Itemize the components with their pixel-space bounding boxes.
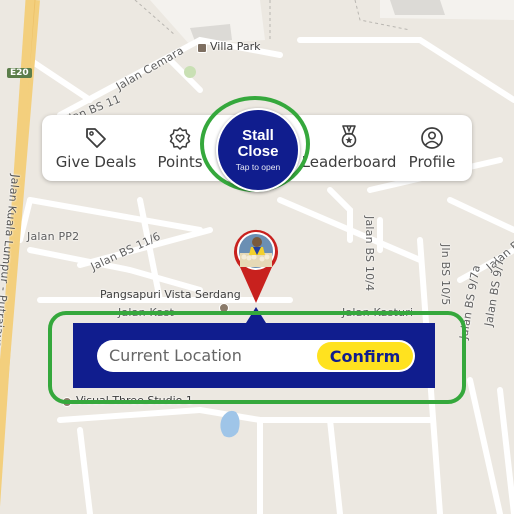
menu-leaderboard-label: Leaderboard (301, 153, 397, 171)
menu-give-deals-label: Give Deals (55, 153, 137, 171)
location-pin-icon[interactable] (226, 225, 286, 305)
stall-status-title: Stall Close (237, 127, 279, 160)
confirm-button[interactable]: Confirm (317, 342, 413, 370)
medal-icon (341, 125, 357, 148)
road-label-jalan-bs-10-4: Jalan BS 10/4 (363, 216, 376, 292)
menu-profile-label: Profile (408, 153, 456, 171)
stall-toggle-button[interactable]: Stall Close Tap to open (216, 108, 300, 192)
stall-status-subtitle: Tap to open (235, 162, 281, 172)
road-label-jln-bs-10-5: Jln BS 10/5 (439, 244, 452, 306)
menu-points-label: Points (157, 153, 203, 171)
poi-villa-park[interactable]: Villa Park (210, 40, 260, 53)
current-location-field[interactable]: Current Location Confirm (97, 340, 415, 372)
road-label-jalan-pp2: Jalan PP2 (27, 230, 80, 243)
poi-villa-park-icon (197, 43, 207, 53)
road-shield-e20: E20 (7, 68, 32, 78)
profile-icon (421, 127, 443, 149)
menu-leaderboard[interactable]: Leaderboard (301, 115, 397, 181)
badge-heart-icon (169, 127, 191, 150)
poi-pangsapuri[interactable]: Pangsapuri Vista Serdang (100, 288, 241, 301)
tag-icon (86, 128, 106, 148)
menu-profile[interactable]: Profile (402, 115, 462, 181)
menu-give-deals[interactable]: Give Deals (56, 115, 136, 181)
current-location-text: Current Location (109, 346, 242, 365)
